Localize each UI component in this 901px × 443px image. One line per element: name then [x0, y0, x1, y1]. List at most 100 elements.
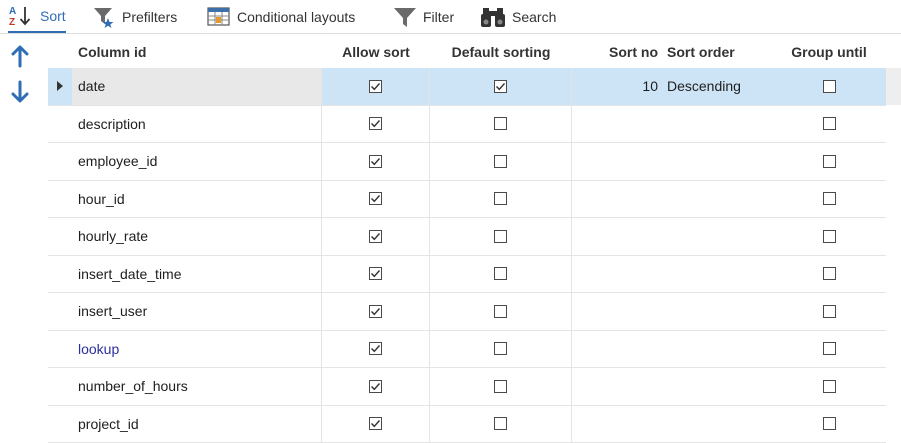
default-sorting-cell[interactable] [430, 181, 572, 218]
allow-sort-cell[interactable] [322, 106, 430, 143]
header-sort-no[interactable]: Sort no [572, 36, 662, 68]
table-row[interactable]: date10Descending [48, 68, 886, 106]
move-up-button[interactable] [8, 42, 32, 70]
tab-sort[interactable]: A Z Sort [8, 0, 66, 33]
allow-sort-cell[interactable] [322, 68, 430, 105]
header-default-sorting[interactable]: Default sorting [430, 36, 572, 68]
default-sorting-cell[interactable] [430, 331, 572, 368]
allow-sort-cell[interactable] [322, 406, 430, 443]
table-row[interactable]: employee_id [48, 143, 886, 181]
allow-sort-checkbox[interactable] [369, 230, 382, 243]
group-until-cell[interactable] [772, 68, 886, 105]
group-until-checkbox[interactable] [823, 305, 836, 318]
sort-order-cell[interactable]: Descending [662, 68, 772, 105]
default-sorting-cell[interactable] [430, 368, 572, 405]
table-row[interactable]: number_of_hours [48, 368, 886, 406]
default-sorting-cell[interactable] [430, 293, 572, 330]
sort-no-cell[interactable] [572, 406, 662, 443]
allow-sort-cell[interactable] [322, 143, 430, 180]
sort-order-cell[interactable] [662, 331, 772, 368]
group-until-cell[interactable] [772, 181, 886, 218]
sort-order-cell[interactable] [662, 406, 772, 443]
sort-no-cell[interactable] [572, 181, 662, 218]
table-row[interactable]: project_id [48, 406, 886, 443]
sort-no-cell[interactable] [572, 256, 662, 293]
column-id-cell[interactable]: hourly_rate [72, 218, 322, 255]
sort-order-cell[interactable] [662, 106, 772, 143]
table-row[interactable]: description [48, 106, 886, 144]
sort-order-cell[interactable] [662, 293, 772, 330]
header-column-id[interactable]: Column id [78, 36, 146, 68]
tab-conditional-layouts[interactable]: Conditional layouts [207, 0, 355, 33]
allow-sort-checkbox[interactable] [369, 342, 382, 355]
default-sorting-cell[interactable] [430, 143, 572, 180]
tab-prefilters[interactable]: Prefilters [92, 0, 177, 33]
allow-sort-cell[interactable] [322, 181, 430, 218]
default-sorting-cell[interactable] [430, 106, 572, 143]
column-id-cell[interactable]: lookup [72, 331, 322, 368]
default-sorting-checkbox[interactable] [494, 305, 507, 318]
allow-sort-cell[interactable] [322, 218, 430, 255]
sort-order-cell[interactable] [662, 218, 772, 255]
sort-no-cell[interactable] [572, 218, 662, 255]
table-row[interactable]: insert_user [48, 293, 886, 331]
allow-sort-cell[interactable] [322, 368, 430, 405]
header-sort-order[interactable]: Sort order [667, 36, 735, 68]
default-sorting-checkbox[interactable] [494, 417, 507, 430]
tab-filter[interactable]: Filter [393, 0, 454, 33]
allow-sort-checkbox[interactable] [369, 80, 382, 93]
table-row[interactable]: lookup [48, 331, 886, 369]
group-until-cell[interactable] [772, 406, 886, 443]
sort-no-cell[interactable] [572, 293, 662, 330]
header-allow-sort[interactable]: Allow sort [322, 36, 430, 68]
column-id-cell[interactable]: project_id [72, 406, 322, 443]
column-id-cell[interactable]: description [72, 106, 322, 143]
default-sorting-checkbox[interactable] [494, 155, 507, 168]
group-until-checkbox[interactable] [823, 267, 836, 280]
allow-sort-cell[interactable] [322, 256, 430, 293]
group-until-cell[interactable] [772, 143, 886, 180]
allow-sort-checkbox[interactable] [369, 155, 382, 168]
group-until-checkbox[interactable] [823, 380, 836, 393]
allow-sort-cell[interactable] [322, 331, 430, 368]
column-id-text[interactable]: lookup [78, 341, 119, 357]
group-until-checkbox[interactable] [823, 417, 836, 430]
group-until-checkbox[interactable] [823, 80, 836, 93]
allow-sort-checkbox[interactable] [369, 117, 382, 130]
sort-no-cell[interactable] [572, 368, 662, 405]
table-row[interactable]: hour_id [48, 181, 886, 219]
table-row[interactable]: insert_date_time [48, 256, 886, 294]
sort-order-cell[interactable] [662, 368, 772, 405]
group-until-checkbox[interactable] [823, 192, 836, 205]
allow-sort-checkbox[interactable] [369, 305, 382, 318]
group-until-checkbox[interactable] [823, 155, 836, 168]
sort-no-cell[interactable] [572, 143, 662, 180]
default-sorting-cell[interactable] [430, 406, 572, 443]
default-sorting-cell[interactable] [430, 68, 572, 105]
group-until-cell[interactable] [772, 106, 886, 143]
group-until-cell[interactable] [772, 331, 886, 368]
allow-sort-checkbox[interactable] [369, 267, 382, 280]
group-until-cell[interactable] [772, 293, 886, 330]
default-sorting-checkbox[interactable] [494, 230, 507, 243]
default-sorting-checkbox[interactable] [494, 117, 507, 130]
default-sorting-checkbox[interactable] [494, 267, 507, 280]
tab-search[interactable]: Search [480, 0, 556, 33]
column-id-cell[interactable]: insert_date_time [72, 256, 322, 293]
allow-sort-checkbox[interactable] [369, 417, 382, 430]
allow-sort-cell[interactable] [322, 293, 430, 330]
column-id-cell[interactable]: employee_id [72, 143, 322, 180]
allow-sort-checkbox[interactable] [369, 380, 382, 393]
sort-order-cell[interactable] [662, 143, 772, 180]
sort-no-cell[interactable] [572, 331, 662, 368]
default-sorting-cell[interactable] [430, 256, 572, 293]
column-id-cell[interactable]: number_of_hours [72, 368, 322, 405]
header-group-until[interactable]: Group until [772, 36, 886, 68]
default-sorting-checkbox[interactable] [494, 380, 507, 393]
default-sorting-checkbox[interactable] [494, 80, 507, 93]
sort-no-cell[interactable] [572, 106, 662, 143]
sort-order-cell[interactable] [662, 181, 772, 218]
allow-sort-checkbox[interactable] [369, 192, 382, 205]
group-until-cell[interactable] [772, 368, 886, 405]
column-id-cell[interactable]: date [72, 68, 322, 105]
